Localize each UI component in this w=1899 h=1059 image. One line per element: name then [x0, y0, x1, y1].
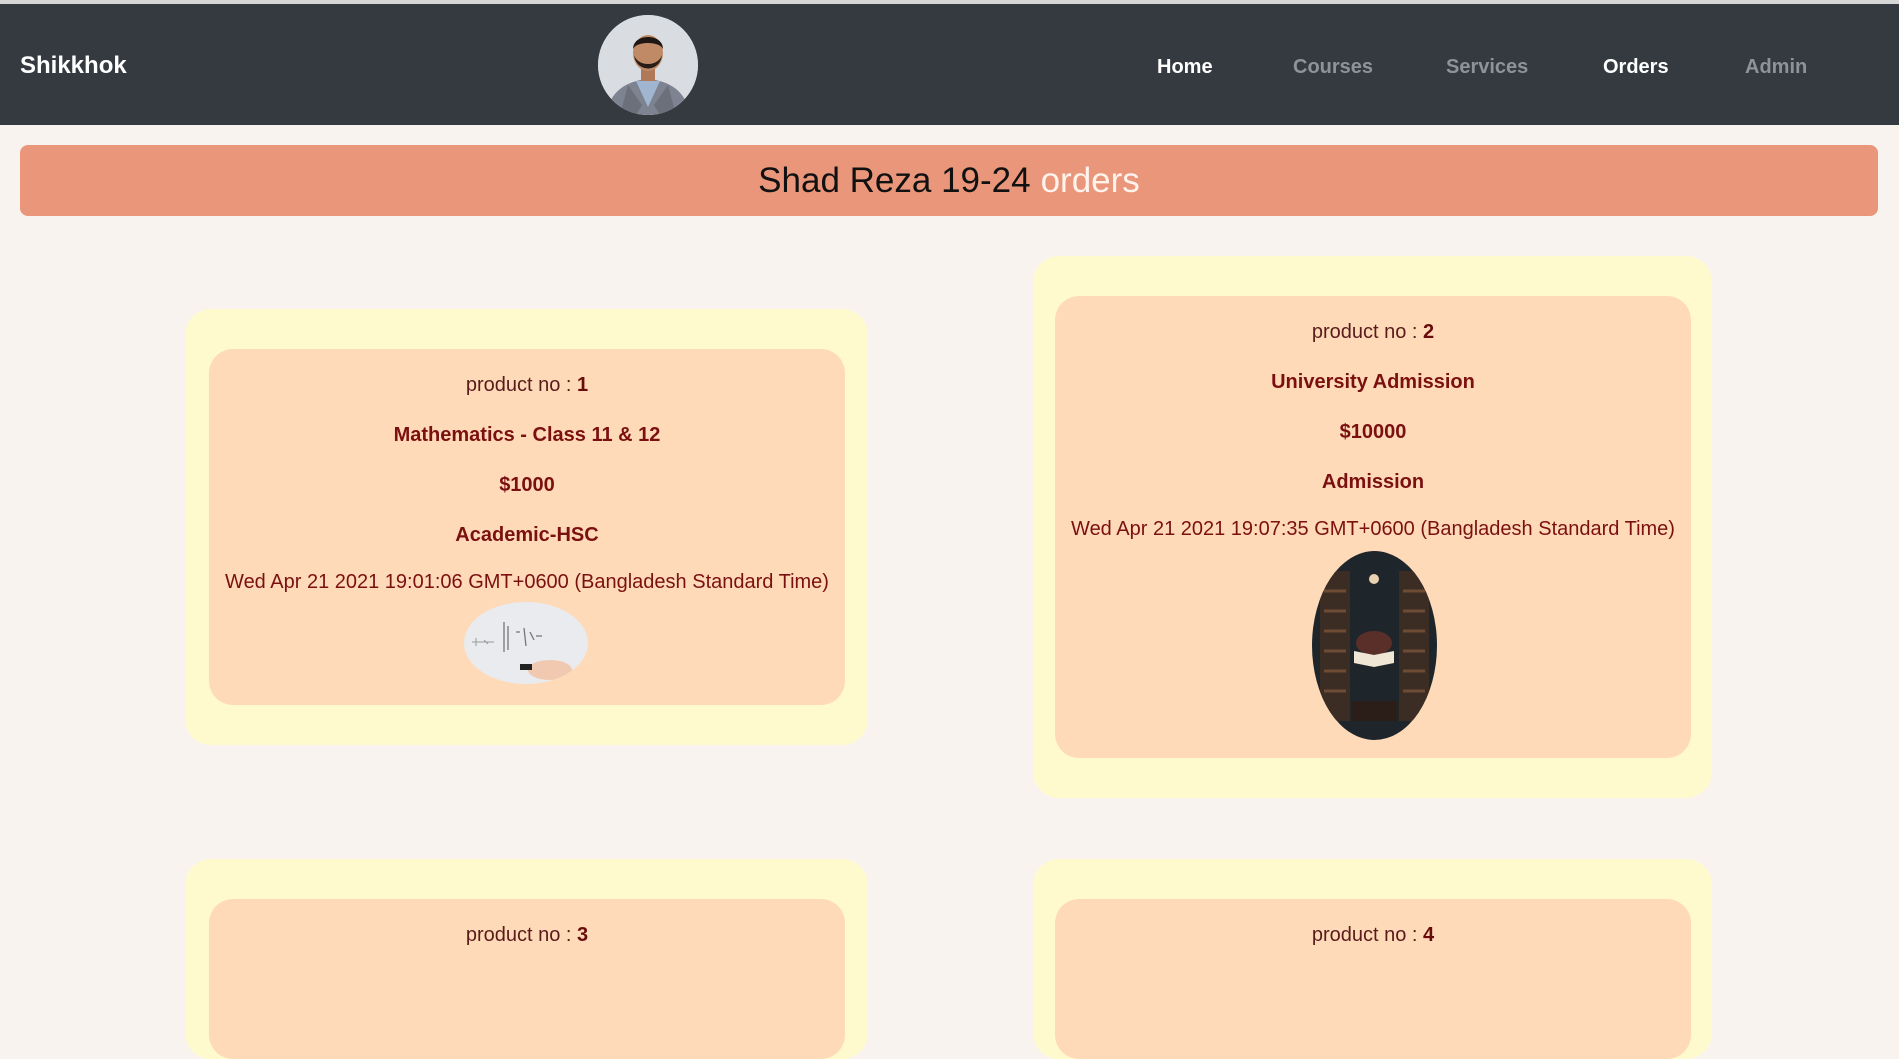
- nav-link-services[interactable]: Services: [1446, 56, 1528, 79]
- product-image: [1312, 551, 1437, 740]
- product-price: $10000: [1339, 421, 1407, 443]
- product-category: Academic-HSC: [455, 524, 599, 546]
- product-title: University Admission: [1271, 371, 1475, 393]
- avatar-portrait-icon: [598, 15, 698, 115]
- user-avatar[interactable]: [598, 15, 698, 115]
- nav-link-courses[interactable]: Courses: [1293, 56, 1373, 79]
- order-date: Wed Apr 21 2021 19:07:35 GMT+0600 (Bangl…: [1071, 518, 1675, 540]
- order-card: product no : 1 Mathematics - Class 11 & …: [209, 349, 845, 705]
- nav-link-admin[interactable]: Admin: [1745, 56, 1807, 79]
- orders-banner: Shad Reza 19-24 orders: [20, 145, 1878, 216]
- banner-user-name: Shad Reza 19-24: [758, 160, 1031, 200]
- product-number-value: 4: [1423, 924, 1435, 946]
- product-number-row: product no : 1: [209, 374, 845, 397]
- navbar: Shikkhok Home Courses Services Orders Ad…: [0, 4, 1899, 125]
- product-number-value: 2: [1423, 321, 1435, 343]
- order-date: Wed Apr 21 2021 19:01:06 GMT+0600 (Bangl…: [225, 571, 829, 593]
- product-number-value: 1: [577, 374, 589, 396]
- brand-logo[interactable]: Shikkhok: [20, 52, 127, 80]
- nav-link-home[interactable]: Home: [1157, 56, 1213, 79]
- product-category: Admission: [1321, 471, 1425, 493]
- product-number-value: 3: [577, 924, 589, 946]
- product-number-label: product no :: [1311, 924, 1418, 946]
- product-image: [464, 602, 588, 684]
- order-card: product no : 2 University Admission $100…: [1055, 296, 1691, 758]
- order-card: product no : 3: [209, 899, 845, 1059]
- product-title: Mathematics - Class 11 & 12: [393, 424, 661, 446]
- nav-link-orders[interactable]: Orders: [1603, 56, 1669, 79]
- whiteboard-math-image-icon: [464, 602, 588, 684]
- order-card: product no : 4: [1055, 899, 1691, 1059]
- product-number-label: product no :: [465, 924, 572, 946]
- product-price: $1000: [499, 474, 555, 496]
- product-number-label: product no :: [1311, 321, 1418, 343]
- library-reading-image-icon: [1312, 551, 1437, 740]
- product-number-label: product no :: [465, 374, 572, 396]
- product-number-row: product no : 2: [1055, 321, 1691, 344]
- banner-orders-word: orders: [1040, 160, 1140, 200]
